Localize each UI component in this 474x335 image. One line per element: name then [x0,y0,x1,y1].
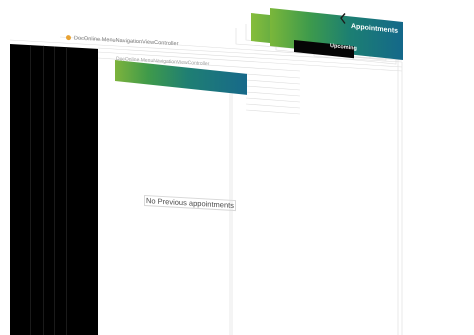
side-menu-panel[interactable] [10,44,98,335]
panel-divider [54,46,55,335]
view-hierarchy-stage: DocOnline.MenuNavigationViewController D… [0,0,474,335]
panel-divider [43,45,44,335]
panel-divider [30,45,31,335]
view-controller-dot-icon [66,35,71,41]
panel-divider [66,47,67,335]
chevron-left-icon[interactable] [340,12,346,25]
